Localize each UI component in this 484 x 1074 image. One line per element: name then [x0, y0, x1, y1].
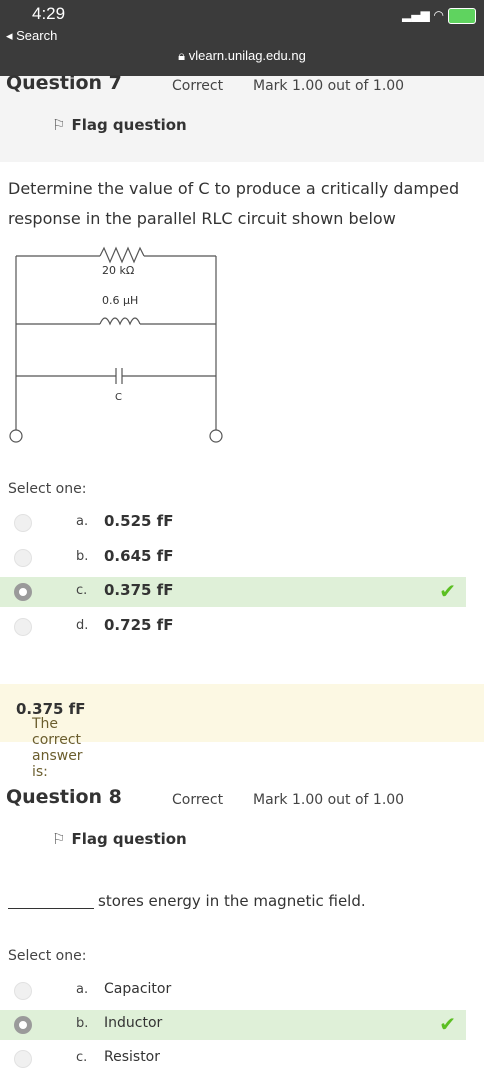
- answer-option-d[interactable]: d. 0.725 fF: [0, 612, 466, 642]
- question-title: Question 7: [6, 72, 122, 94]
- question-text: Determine the value of C to produce a cr…: [8, 179, 460, 228]
- option-text: Inductor: [104, 1015, 163, 1031]
- capacitor-label: C: [115, 392, 122, 403]
- option-text: 0.525 fF: [104, 512, 174, 530]
- option-letter: c.: [76, 1050, 88, 1065]
- option-text: 0.375 fF: [104, 581, 174, 599]
- radio-button[interactable]: [14, 618, 32, 636]
- flag-label: Flag question: [71, 830, 187, 848]
- question-title: Question 8: [6, 786, 122, 808]
- option-text: 0.645 fF: [104, 547, 174, 565]
- left-terminal: [9, 429, 23, 443]
- option-letter: a.: [76, 982, 89, 997]
- option-letter: b.: [76, 1016, 89, 1031]
- answer-option-c[interactable]: c. Resistor: [0, 1044, 466, 1074]
- resistor-label: 20 kΩ: [102, 264, 134, 277]
- radio-button-selected[interactable]: [14, 1016, 32, 1034]
- flag-icon: ⚐: [52, 830, 66, 848]
- answer-option-a[interactable]: a. 0.525 fF: [0, 508, 466, 538]
- radio-button-selected[interactable]: [14, 583, 32, 601]
- answer-option-b[interactable]: b. Inductor ✔: [0, 1010, 466, 1040]
- url-text: vlearn.unilag.edu.ng: [188, 48, 306, 63]
- option-text: 0.725 fF: [104, 616, 174, 634]
- question-8-info: Question 8 Correct Mark 1.00 out of 1.00…: [0, 776, 484, 862]
- rlc-circuit-diagram: 20 kΩ 0.6 µH C: [9, 246, 223, 443]
- question-text: stores energy in the magnetic field.: [98, 892, 366, 910]
- select-one-label: Select one:: [8, 948, 87, 964]
- option-letter: c.: [76, 583, 88, 598]
- correct-check-icon: ✔: [439, 1012, 456, 1036]
- option-text: Resistor: [104, 1049, 160, 1065]
- signal-wifi-icon: ▂▄▆ ◠: [402, 8, 444, 22]
- resistor-symbol: [99, 246, 145, 264]
- right-terminal: [209, 429, 223, 443]
- question-state: Correct: [172, 792, 224, 808]
- select-one-label: Select one:: [8, 481, 87, 497]
- question-state: Correct: [172, 78, 224, 94]
- feedback-prefix: The correct answer is:: [32, 716, 83, 780]
- clock: 4:29: [32, 4, 66, 23]
- back-to-search-link[interactable]: ◂ Search: [6, 28, 57, 44]
- flag-question-button[interactable]: ⚐ Flag question: [52, 116, 187, 134]
- inductor-symbol: [99, 317, 141, 326]
- flag-icon: ⚐: [52, 116, 66, 134]
- address-bar[interactable]: 🔒︎ vlearn.unilag.edu.ng: [0, 48, 484, 64]
- radio-button[interactable]: [14, 549, 32, 567]
- answer-option-c[interactable]: c. 0.375 fF ✔: [0, 577, 466, 607]
- answer-option-b[interactable]: b. 0.645 fF: [0, 543, 466, 573]
- radio-button[interactable]: [14, 514, 32, 532]
- option-letter: b.: [76, 549, 89, 564]
- flag-question-button[interactable]: ⚐ Flag question: [52, 830, 187, 848]
- option-letter: d.: [76, 618, 89, 633]
- lock-icon: 🔒︎: [178, 48, 186, 63]
- browser-status-bar: 4:29 ◂ Search ▂▄▆ ◠ 🔒︎ vlearn.unilag.edu…: [0, 0, 484, 76]
- option-text: Capacitor: [104, 981, 172, 997]
- radio-button[interactable]: [14, 1050, 32, 1068]
- flag-label: Flag question: [71, 116, 187, 134]
- question-8-text-row: stores energy in the magnetic field.: [8, 892, 478, 922]
- fill-in-blank: [8, 908, 94, 909]
- question-grade: Mark 1.00 out of 1.00: [253, 78, 405, 94]
- correct-check-icon: ✔: [439, 579, 456, 603]
- option-letter: a.: [76, 514, 89, 529]
- radio-button[interactable]: [14, 982, 32, 1000]
- correct-answer-feedback: The correct answer is: 0.375 fF: [0, 684, 484, 780]
- question-7-info: Question 7 Correct Mark 1.00 out of 1.00…: [0, 72, 484, 162]
- question-grade: Mark 1.00 out of 1.00: [253, 792, 405, 808]
- battery-icon: [448, 8, 476, 24]
- feedback-text: The correct answer is: 0.375 fF: [16, 700, 85, 780]
- answer-option-a[interactable]: a. Capacitor: [0, 976, 466, 1006]
- inductor-label: 0.6 µH: [102, 294, 138, 307]
